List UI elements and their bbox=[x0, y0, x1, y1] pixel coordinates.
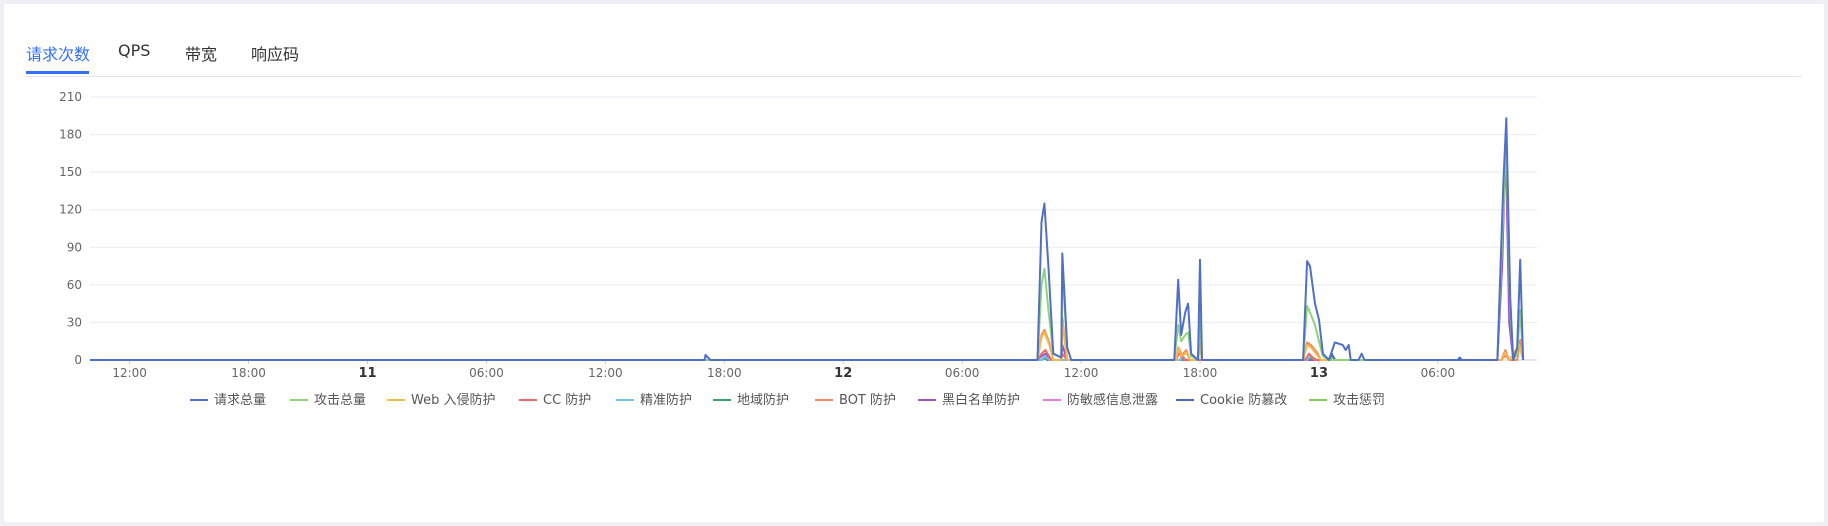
legend-label[interactable]: 防敏感信息泄露 bbox=[1067, 392, 1158, 408]
chart-card: 请求次数 QPS 带宽 响应码 0 30 60 90 120 150 180 210 12:0… bbox=[4, 4, 1824, 522]
series-line[interactable] bbox=[90, 117, 1525, 361]
x-tick-label: 12:00 bbox=[112, 366, 147, 380]
x-tick-label: 18:00 bbox=[1183, 366, 1218, 380]
x-tick-label: 06:00 bbox=[469, 366, 504, 380]
legend-label[interactable]: CC 防护 bbox=[543, 392, 591, 408]
legend-label[interactable]: 精准防护 bbox=[640, 392, 692, 408]
x-tick-label: 13 bbox=[1310, 366, 1328, 381]
y-tick-label: 0 bbox=[74, 353, 82, 367]
series-line[interactable] bbox=[90, 171, 1515, 361]
x-tick-label: 12:00 bbox=[588, 366, 623, 380]
x-tick-label: 12 bbox=[834, 366, 852, 381]
y-tick-label: 90 bbox=[67, 240, 82, 254]
legend-label[interactable]: 地域防护 bbox=[737, 392, 789, 408]
y-tick-label: 60 bbox=[67, 278, 82, 292]
y-tick-label: 180 bbox=[59, 128, 82, 142]
x-tick-label: 11 bbox=[358, 366, 376, 381]
x-tick-label: 06:00 bbox=[945, 366, 980, 380]
chart-legend: 请求总量 攻击总量 Web 入侵防护 CC 防护 精准防护 地域防护 BOT 防护 黑白名单防… bbox=[190, 392, 1385, 408]
x-axis: 12:00 18:00 11 06:00 12:00 18:00 12 06:00 12:00 1… bbox=[112, 360, 1455, 381]
legend-label[interactable]: Web 入侵防护 bbox=[411, 392, 495, 408]
series-line[interactable] bbox=[90, 139, 1525, 361]
legend-label[interactable]: 攻击总量 bbox=[314, 393, 366, 408]
chart-series bbox=[90, 117, 1525, 361]
legend-label[interactable]: 攻击惩罚 bbox=[1333, 393, 1385, 408]
y-tick-label: 30 bbox=[67, 315, 82, 329]
legend-label[interactable]: BOT 防护 bbox=[839, 392, 896, 408]
y-tick-label: 150 bbox=[59, 165, 82, 179]
series-line[interactable] bbox=[90, 349, 1510, 361]
y-axis-ticks: 0 30 60 90 120 150 180 210 bbox=[59, 90, 82, 367]
y-tick-label: 210 bbox=[59, 90, 82, 104]
x-tick-label: 12:00 bbox=[1064, 366, 1099, 380]
legend-label[interactable]: Cookie 防篡改 bbox=[1200, 392, 1287, 408]
x-tick-label: 18:00 bbox=[707, 366, 742, 380]
x-tick-label: 06:00 bbox=[1421, 366, 1456, 380]
x-tick-label: 18:00 bbox=[231, 366, 266, 380]
legend-label[interactable]: 黑白名单防护 bbox=[942, 392, 1020, 408]
line-chart: 0306090120150180210 12:00 18:00 11 06:00 12:… bbox=[59, 90, 1537, 408]
y-tick-label: 120 bbox=[59, 203, 82, 217]
legend-label[interactable]: 请求总量 bbox=[214, 393, 266, 408]
